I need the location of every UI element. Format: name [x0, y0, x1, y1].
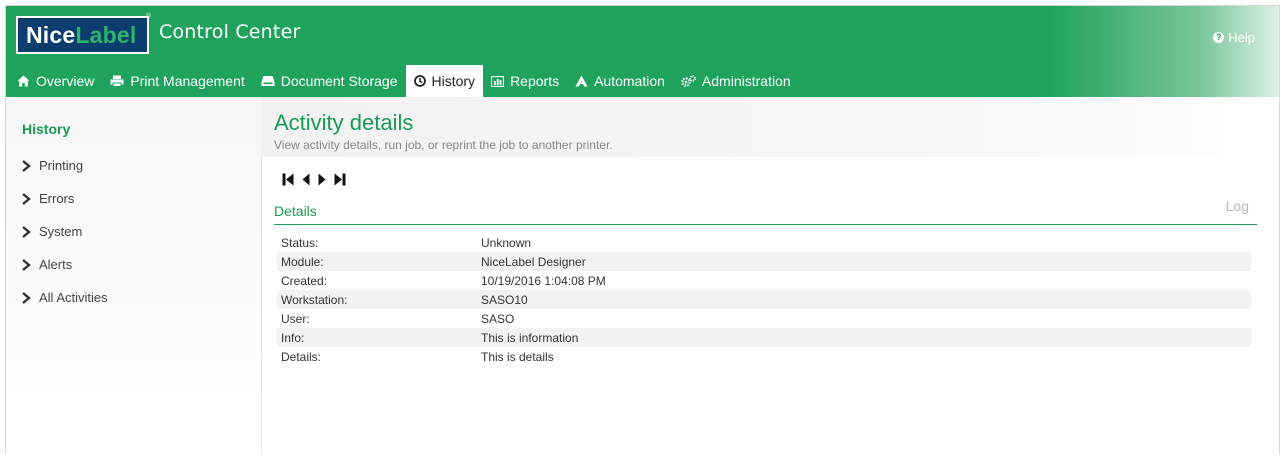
detail-value: SASO: [481, 311, 515, 326]
sidebar-item-system[interactable]: System: [20, 215, 108, 248]
tab-label: Overview: [36, 73, 95, 89]
main-content: Activity details View activity details, …: [261, 97, 1279, 454]
logo-text-nice: Nice: [26, 22, 76, 48]
details-row-module: Module: NiceLabel Designer: [277, 252, 1251, 271]
details-row-created: Created: 10/19/2016 1:04:08 PM: [277, 271, 1251, 290]
tab-label: Administration: [701, 73, 791, 89]
sidebar-item-printing[interactable]: Printing: [20, 149, 108, 182]
details-row-status: Status: Unknown: [277, 233, 1251, 252]
first-record-icon[interactable]: [282, 173, 294, 186]
printer-icon: [110, 75, 124, 87]
section-divider: [274, 224, 1257, 225]
sidebar-item-label: All Activities: [39, 290, 108, 305]
sidebar-list: Printing Errors System Alerts All Activi…: [20, 149, 108, 314]
detail-value: This is details: [481, 349, 554, 364]
previous-record-icon[interactable]: [302, 173, 310, 186]
details-section-title: Details: [274, 203, 317, 219]
detail-key: Created:: [281, 273, 328, 288]
header-bar: NiceLabel ® Control Center ? Help Overvi…: [6, 6, 1279, 97]
chevron-right-icon: [22, 192, 31, 205]
chevron-right-icon: [22, 159, 31, 172]
tab-label: Reports: [510, 73, 560, 89]
page-title: Activity details: [274, 110, 414, 135]
automation-icon: [575, 75, 588, 87]
detail-value: SASO10: [481, 292, 528, 307]
tab-print-management[interactable]: Print Management: [102, 65, 252, 97]
details-row-user: User: SASO: [277, 309, 1251, 328]
logo-trademark: ®: [146, 13, 152, 20]
details-row-workstation: Workstation: SASO10: [277, 290, 1251, 309]
sidebar: History Printing Errors System Alerts Al…: [6, 97, 262, 454]
chevron-right-icon: [22, 291, 31, 304]
tab-label: Automation: [594, 73, 665, 89]
detail-value: Unknown: [481, 235, 532, 250]
sidebar-item-label: Alerts: [39, 257, 73, 272]
detail-key: Module:: [281, 254, 324, 269]
clock-icon: [413, 75, 426, 87]
help-link[interactable]: ? Help: [1213, 30, 1255, 45]
sidebar-item-all-activities[interactable]: All Activities: [20, 281, 108, 314]
main-nav-tabs: Overview Print Management Document Stora…: [6, 65, 799, 97]
tab-label: History: [431, 73, 476, 89]
gears-icon: [681, 75, 696, 87]
tab-label: Document Storage: [280, 73, 398, 89]
detail-key: Status:: [281, 235, 319, 250]
sidebar-item-label: Printing: [39, 158, 84, 173]
home-icon: [17, 75, 30, 87]
detail-value: 10/19/2016 1:04:08 PM: [481, 273, 606, 288]
page-header: Activity details View activity details, …: [261, 97, 1279, 157]
detail-key: Workstation:: [281, 292, 348, 307]
tab-administration[interactable]: Administration: [673, 65, 799, 97]
tab-reports[interactable]: Reports: [483, 65, 567, 97]
sidebar-item-alerts[interactable]: Alerts: [20, 248, 108, 281]
detail-key: Details:: [281, 349, 322, 364]
detail-key: Info:: [281, 330, 305, 345]
storage-icon: [261, 75, 275, 87]
details-row-details: Details: This is details: [277, 347, 1251, 366]
help-icon: ?: [1213, 32, 1225, 43]
app-title: Control Center: [159, 21, 301, 43]
log-tab[interactable]: Log: [1226, 198, 1249, 214]
sidebar-item-errors[interactable]: Errors: [20, 182, 108, 215]
tab-document-storage[interactable]: Document Storage: [253, 65, 406, 97]
tab-overview[interactable]: Overview: [6, 65, 102, 97]
record-pager: [282, 173, 346, 186]
chevron-right-icon: [22, 258, 31, 271]
logo-text-label: Label: [75, 22, 137, 48]
detail-value: NiceLabel Designer: [481, 254, 586, 269]
sidebar-item-label: System: [39, 224, 83, 239]
chart-icon: [491, 75, 505, 87]
details-table: Status: Unknown Module: NiceLabel Design…: [277, 233, 1251, 366]
tab-label: Print Management: [130, 73, 245, 89]
detail-key: User:: [281, 311, 310, 326]
app-window: NiceLabel ® Control Center ? Help Overvi…: [5, 5, 1280, 454]
sidebar-title[interactable]: History: [22, 121, 70, 137]
last-record-icon[interactable]: [334, 173, 346, 186]
next-record-icon[interactable]: [318, 173, 326, 186]
page-subtitle: View activity details, run job, or repri…: [274, 138, 613, 152]
tab-history[interactable]: History: [405, 65, 484, 97]
chevron-right-icon: [22, 225, 31, 238]
nicelabel-logo: NiceLabel: [16, 16, 149, 54]
details-row-info: Info: This is information: [277, 328, 1251, 347]
tab-automation[interactable]: Automation: [567, 65, 673, 97]
sidebar-item-label: Errors: [39, 191, 75, 206]
help-label: Help: [1228, 30, 1255, 45]
detail-value: This is information: [481, 330, 579, 345]
